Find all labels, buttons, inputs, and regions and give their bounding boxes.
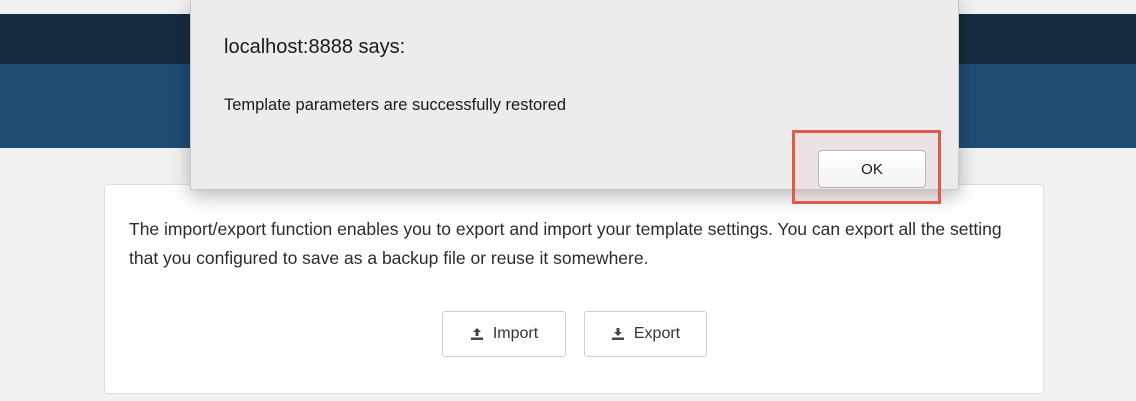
page: The import/export function enables you t… xyxy=(0,0,1136,401)
download-icon xyxy=(611,327,625,341)
panel-description: The import/export function enables you t… xyxy=(129,219,1002,268)
export-label: Export xyxy=(633,325,681,342)
upload-icon xyxy=(470,327,484,341)
dialog-title: localhost:8888 says: xyxy=(224,36,406,58)
import-button[interactable]: Import xyxy=(442,311,566,357)
dialog-message: Template parameters are successfully res… xyxy=(224,96,567,114)
ok-button[interactable]: OK xyxy=(818,150,926,188)
alert-dialog: localhost:8888 says: Template parameters… xyxy=(190,0,959,204)
import-export-panel: The import/export function enables you t… xyxy=(104,184,1044,394)
export-button[interactable]: Export xyxy=(584,311,707,357)
import-label: Import xyxy=(492,325,539,342)
